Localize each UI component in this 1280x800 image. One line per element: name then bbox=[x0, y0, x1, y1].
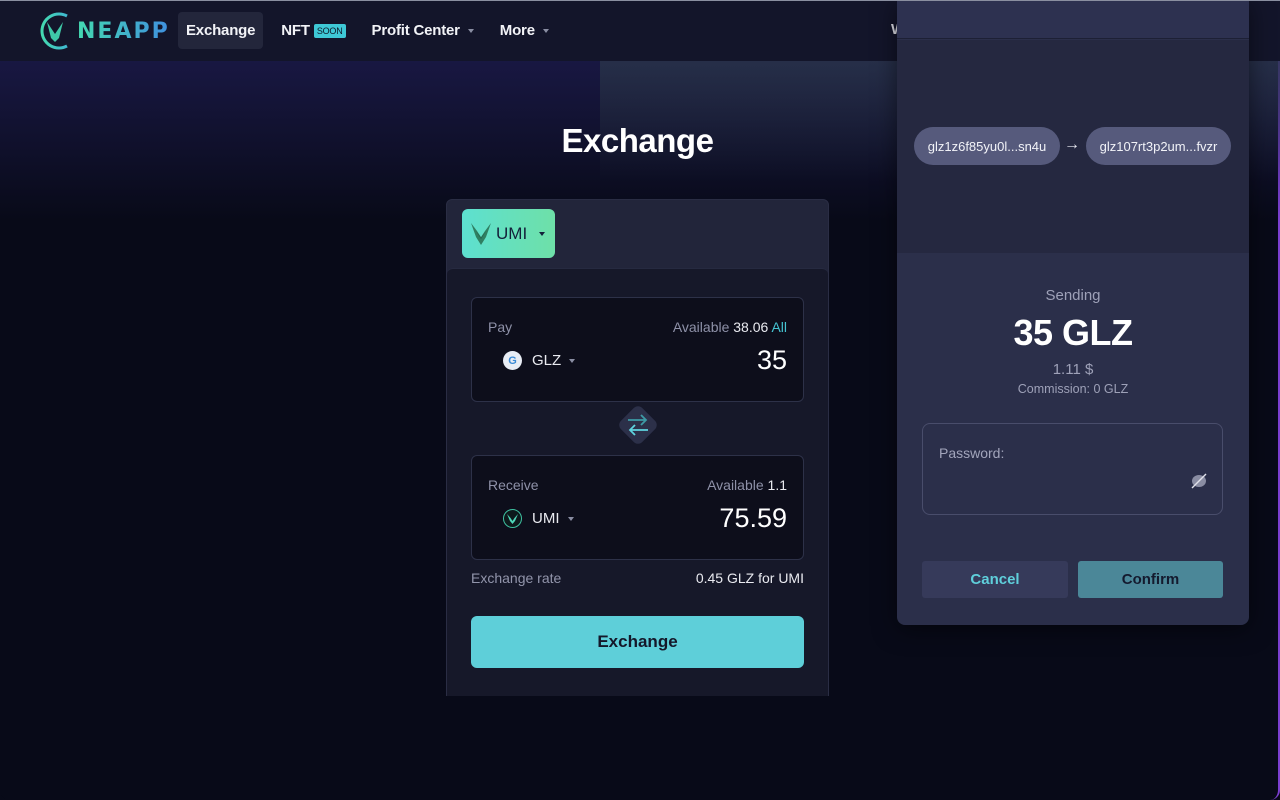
network-token-select[interactable]: UMI bbox=[462, 209, 555, 258]
cancel-button[interactable]: Cancel bbox=[922, 561, 1068, 598]
soon-badge: SOON bbox=[313, 23, 346, 38]
receive-label: Receive bbox=[488, 477, 539, 493]
nav-more-label: More bbox=[499, 22, 535, 39]
dialog-header bbox=[897, 0, 1249, 39]
receive-available: Available 1.1 bbox=[707, 477, 787, 493]
arrow-right-icon: → bbox=[1064, 136, 1080, 153]
swap-arrows-icon bbox=[628, 414, 648, 436]
nav-profit-center-label: Profit Center bbox=[371, 22, 460, 39]
pay-label: Pay bbox=[488, 319, 513, 335]
receive-token-select[interactable]: UMI bbox=[503, 509, 574, 528]
commission-text: Commission: 0 GLZ bbox=[1017, 382, 1129, 396]
nav-nft-label: NFT bbox=[281, 22, 310, 39]
receive-amount: 75.59 bbox=[719, 503, 787, 533]
exchange-rate-label: Exchange rate bbox=[471, 570, 562, 586]
receive-available-label: Available bbox=[707, 477, 764, 493]
umi-coin-icon bbox=[503, 509, 522, 528]
from-address-pill: glz1z6f85yu0l...sn4u bbox=[914, 127, 1060, 165]
glz-coin-icon: G bbox=[503, 351, 522, 370]
swap-button[interactable] bbox=[623, 410, 653, 440]
nav-profit-center[interactable]: Profit Center bbox=[364, 12, 482, 49]
chevron-down-icon bbox=[467, 28, 474, 33]
send-confirmation-dialog: glz1z6f85yu0l...sn4u → glz107rt3p2um...f… bbox=[897, 0, 1249, 625]
receive-field: Receive Available 1.1 UMI 75.59 bbox=[471, 455, 804, 560]
sending-amount: 35 GLZ bbox=[1013, 312, 1133, 353]
brand-logo[interactable]: NEAPP bbox=[37, 8, 170, 54]
exchange-form: Pay Available 38.06 All G GLZ 35 Receive bbox=[447, 268, 828, 696]
logo-text: NEAPP bbox=[77, 18, 170, 44]
main-nav: Exchange NFT SOON Profit Center More bbox=[178, 12, 567, 49]
password-label: Password: bbox=[939, 445, 1005, 461]
chevron-down-icon bbox=[539, 231, 546, 236]
chevron-down-icon bbox=[542, 28, 549, 33]
exchange-rate-value: 0.45 GLZ for UMI bbox=[695, 570, 804, 586]
exchange-card: UMI Pay Available 38.06 All G GLZ 35 Rec… bbox=[446, 199, 829, 696]
password-input[interactable] bbox=[939, 470, 1179, 496]
pay-available-label: Available bbox=[672, 319, 730, 335]
logo-mark-icon bbox=[40, 12, 68, 50]
usd-value: 1.11 $ bbox=[1052, 361, 1094, 378]
receive-token-name: UMI bbox=[532, 510, 560, 527]
password-field[interactable]: Password: bbox=[922, 423, 1223, 515]
confirm-button[interactable]: Confirm bbox=[1078, 561, 1223, 598]
network-token-label: UMI bbox=[496, 223, 528, 243]
chevron-down-icon bbox=[567, 516, 574, 521]
eye-off-icon[interactable] bbox=[1190, 472, 1208, 490]
address-section: glz1z6f85yu0l...sn4u → glz107rt3p2um...f… bbox=[897, 40, 1249, 253]
chevron-down-icon bbox=[569, 358, 576, 363]
nav-exchange[interactable]: Exchange bbox=[178, 12, 264, 49]
pay-token-name: GLZ bbox=[532, 352, 562, 369]
sending-label: Sending bbox=[1045, 287, 1101, 304]
receive-available-value: 1.1 bbox=[767, 477, 787, 493]
umi-logo-icon bbox=[471, 222, 491, 245]
pay-token-select[interactable]: G GLZ bbox=[503, 351, 576, 370]
exchange-button[interactable]: Exchange bbox=[471, 616, 804, 668]
nav-nft[interactable]: NFT SOON bbox=[273, 12, 353, 49]
to-address-pill: glz107rt3p2um...fvzr bbox=[1086, 127, 1231, 165]
pay-field: Pay Available 38.06 All G GLZ 35 bbox=[471, 297, 804, 402]
nav-more[interactable]: More bbox=[492, 12, 557, 49]
window-top-border bbox=[0, 0, 1280, 1]
pay-all-button[interactable]: All bbox=[771, 319, 787, 335]
pay-available-value: 38.06 bbox=[733, 319, 769, 335]
pay-amount-input[interactable]: 35 bbox=[757, 345, 787, 376]
pay-available: Available 38.06 All bbox=[673, 319, 787, 335]
nav-exchange-label: Exchange bbox=[186, 22, 256, 39]
